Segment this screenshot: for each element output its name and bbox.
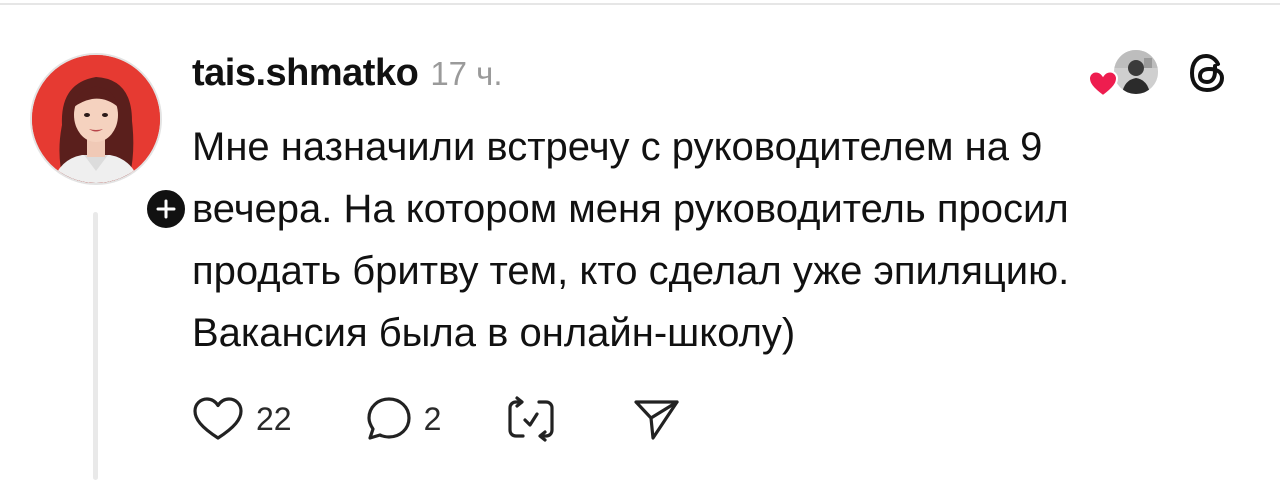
- like-count: 22: [256, 400, 292, 437]
- plus-icon: [156, 199, 176, 219]
- follow-button[interactable]: [142, 185, 190, 233]
- speech-bubble-icon: [366, 397, 411, 440]
- top-divider: [0, 3, 1280, 5]
- share-button[interactable]: [631, 394, 681, 444]
- repost-button[interactable]: [503, 394, 559, 444]
- comment-count: 2: [423, 400, 442, 437]
- post-header: tais.shmatko 17 ч.: [192, 52, 503, 95]
- liked-by-indicator[interactable]: [1088, 48, 1160, 98]
- threads-post: tais.shmatko 17 ч. Мне назначили встречу…: [0, 0, 1280, 480]
- repost-icon: [508, 396, 554, 442]
- post-timestamp: 17 ч.: [430, 55, 503, 92]
- liker-avatar-image: [1114, 50, 1158, 94]
- author-username[interactable]: tais.shmatko: [192, 52, 419, 95]
- post-action-bar: 22 2: [190, 394, 681, 444]
- like-button[interactable]: 22: [190, 394, 292, 444]
- heart-outline-icon: [193, 397, 243, 440]
- threads-logo-icon[interactable]: [1185, 50, 1231, 96]
- thread-connector-line: [93, 212, 98, 480]
- comment-button[interactable]: 2: [364, 394, 442, 444]
- post-text: Мне назначили встречу с руководителем на…: [192, 125, 1070, 355]
- author-avatar-image: [32, 55, 160, 183]
- heart-filled-icon: [1088, 70, 1118, 98]
- liker-avatar: [1112, 48, 1160, 96]
- author-avatar-group: [30, 53, 190, 233]
- send-icon: [634, 400, 679, 440]
- author-avatar[interactable]: [30, 53, 162, 185]
